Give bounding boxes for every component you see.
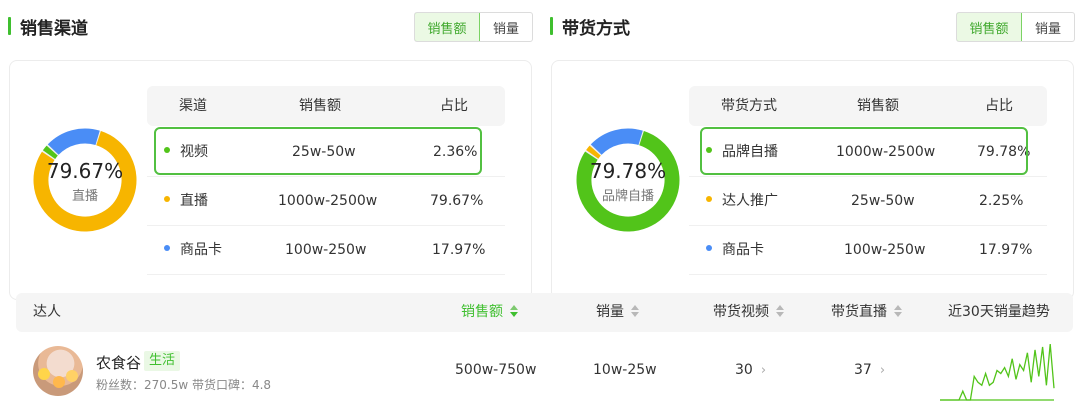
sales-channel-title: 销售渠道 xyxy=(20,18,88,39)
row-share: 79.67% xyxy=(430,193,484,209)
col-trend: 近30天销量趋势 xyxy=(948,304,1050,320)
row-share: 2.25% xyxy=(979,193,1024,209)
col-share: 占比 xyxy=(985,98,1013,114)
col-videos-sort[interactable]: 带货视频 xyxy=(713,293,784,332)
sort-icon xyxy=(631,305,639,317)
color-dot xyxy=(706,245,712,251)
row-share: 17.97% xyxy=(432,242,486,258)
toggle-sales-amount[interactable]: 销售额 xyxy=(415,13,480,41)
table-row: 直播 1000w-2500w 79.67% xyxy=(147,177,505,226)
influencer-avatar[interactable] xyxy=(33,346,83,396)
color-dot xyxy=(164,196,170,202)
avatar-art xyxy=(66,370,78,382)
chevron-right-icon: › xyxy=(760,363,767,378)
toggle-sales-amount[interactable]: 销售额 xyxy=(957,13,1022,41)
title-accent-bar xyxy=(8,17,11,35)
avatar-art xyxy=(53,376,65,388)
row-sales: 100w-250w xyxy=(844,242,926,258)
avatar-art xyxy=(38,368,50,380)
row-sales: 25w-50w xyxy=(851,193,915,209)
sales-channel-header: 销售渠道 xyxy=(8,10,88,42)
col-method: 带货方式 xyxy=(721,98,777,114)
col-volume-sort[interactable]: 销量 xyxy=(596,293,639,332)
col-share: 占比 xyxy=(440,98,468,114)
table-row: 商品卡 100w-250w 17.97% xyxy=(689,226,1047,275)
row-share: 17.97% xyxy=(979,242,1033,258)
row-method: 商品卡 xyxy=(706,226,764,274)
row-channel: 商品卡 xyxy=(164,226,222,274)
row-videos-link[interactable]: 30 › xyxy=(735,362,766,378)
col-channel: 渠道 xyxy=(179,98,207,114)
table-row: 商品卡 100w-250w 17.97% xyxy=(147,226,505,275)
sort-icon xyxy=(776,305,784,317)
channel-table-header: 渠道 销售额 占比 xyxy=(147,86,505,126)
sparkline-line xyxy=(940,343,1055,401)
row-sales: 100w-250w xyxy=(285,242,367,258)
influencer-name[interactable]: 农食谷 xyxy=(96,352,141,373)
influencer-table-header: 达人 销售额 销量 带货视频 带货直播 近30天销量趋势 xyxy=(16,293,1073,332)
table-row: 达人推广 25w-50w 2.25% xyxy=(689,177,1047,226)
color-dot xyxy=(706,196,712,202)
row-method: 达人推广 xyxy=(706,177,778,225)
col-sales-sort[interactable]: 销售额 xyxy=(461,293,518,332)
title-accent-bar xyxy=(550,17,553,35)
col-sales: 销售额 xyxy=(857,98,899,114)
donut-label: 品牌自播 xyxy=(601,189,654,204)
col-influencer: 达人 xyxy=(33,304,61,320)
method-table-header: 带货方式 销售额 占比 xyxy=(689,86,1047,126)
row-sales: 1000w-2500w xyxy=(278,193,378,209)
chevron-right-icon: › xyxy=(879,363,886,378)
donut-percent: 79.67% xyxy=(46,159,124,183)
sort-icon xyxy=(510,305,518,317)
color-dot xyxy=(164,245,170,251)
row-volume: 10w-25w xyxy=(593,362,657,378)
donut-percent: 79.78% xyxy=(589,159,667,183)
sales-method-toggle: 销售额 销量 xyxy=(956,12,1075,42)
toggle-sales-volume[interactable]: 销量 xyxy=(480,13,532,41)
col-sales: 销售额 xyxy=(299,98,341,114)
sales-method-header: 带货方式 xyxy=(550,10,630,42)
category-tag: 生活 xyxy=(144,351,181,371)
col-lives-sort[interactable]: 带货直播 xyxy=(831,293,902,332)
row-sales: 500w-750w xyxy=(455,362,537,378)
row-channel: 直播 xyxy=(164,177,208,225)
sales-trend-sparkline xyxy=(940,343,1055,401)
highlight-box xyxy=(154,127,482,175)
sort-icon xyxy=(894,305,902,317)
toggle-sales-volume[interactable]: 销量 xyxy=(1022,13,1074,41)
sales-channel-toggle: 销售额 销量 xyxy=(414,12,533,42)
donut-label: 直播 xyxy=(71,189,98,204)
sales-method-title: 带货方式 xyxy=(562,18,630,39)
influencer-meta: 粉丝数：270.5w 带货口碑：4.8 xyxy=(96,378,272,392)
highlight-box xyxy=(700,127,1028,175)
row-lives-link[interactable]: 37 › xyxy=(854,362,885,378)
